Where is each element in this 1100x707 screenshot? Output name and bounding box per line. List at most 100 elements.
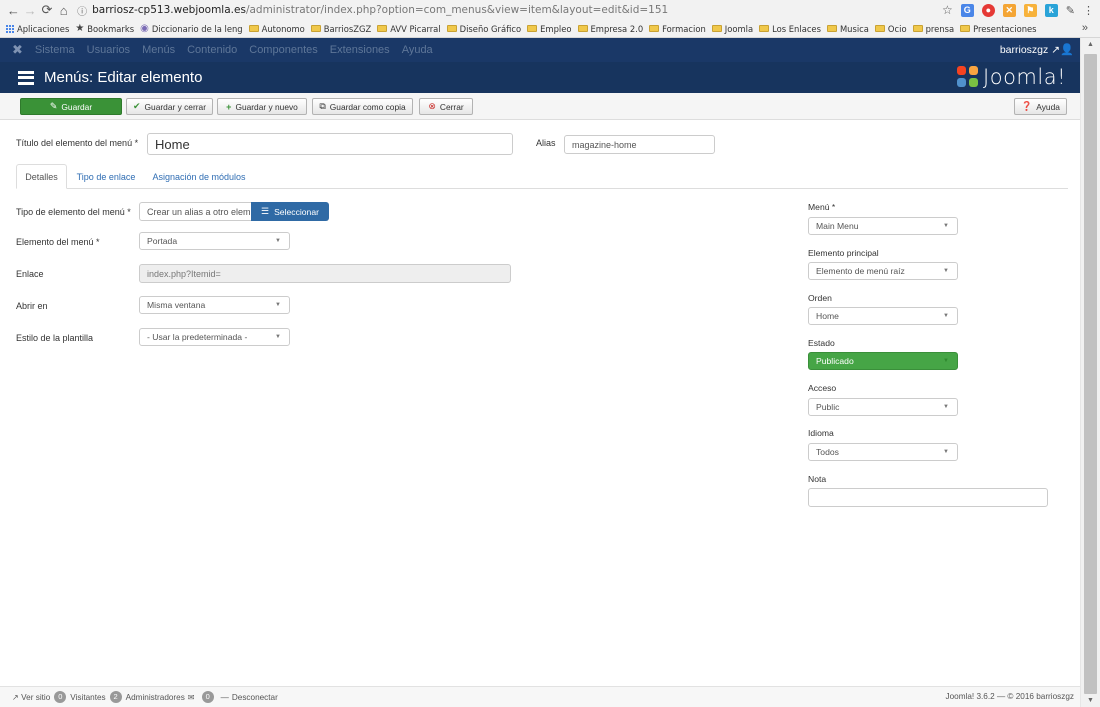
bookmark-folder[interactable]: Los Enlaces xyxy=(759,24,821,34)
menu-label: Menú * xyxy=(808,202,836,212)
envelope-icon[interactable]: ✉ xyxy=(188,692,195,702)
status-footer: ↗ Ver sitio 0 Visitantes 2 Administrador… xyxy=(0,686,1080,707)
dictionary-icon: ◉ xyxy=(140,23,149,34)
tab-module-assignment[interactable]: Asignación de módulos xyxy=(149,164,249,189)
help-button[interactable]: ❓ Ayuda xyxy=(1014,98,1067,115)
back-icon[interactable]: ← xyxy=(6,2,21,18)
bookmark-folder[interactable]: prensa xyxy=(912,24,954,34)
flag-extension-icon[interactable]: ⚑ xyxy=(1023,3,1037,17)
scroll-up-icon[interactable]: ▲ xyxy=(1087,41,1094,48)
bookmark-folder[interactable]: Empresa 2.0 xyxy=(577,24,643,34)
menu-menus[interactable]: Menús xyxy=(142,44,175,56)
title-input[interactable]: Home xyxy=(147,133,513,155)
user-icon[interactable]: 👤 xyxy=(1060,43,1074,56)
folder-icon xyxy=(960,25,971,32)
joomla-extension-icon[interactable]: ✕ xyxy=(1002,3,1016,17)
chevron-down-icon: ▼ xyxy=(275,334,281,340)
url-path: /administrator/index.php?option=com_menu… xyxy=(245,4,669,16)
menu-extensiones[interactable]: Extensiones xyxy=(330,44,390,56)
access-select[interactable]: Public ▼ xyxy=(808,398,958,416)
joomla-icon[interactable]: ✖ xyxy=(12,42,23,58)
folder-icon xyxy=(248,25,259,32)
view-site-link[interactable]: ↗ Ver sitio xyxy=(12,692,50,702)
tool-icon[interactable]: ✎ xyxy=(1066,4,1075,17)
forward-icon[interactable]: → xyxy=(23,2,38,18)
page-scrollbar[interactable]: ▲ ▼ xyxy=(1080,38,1100,707)
chevron-down-icon: ▼ xyxy=(943,404,949,410)
star-icon: ★ xyxy=(75,23,85,34)
chevron-down-icon: ▼ xyxy=(275,302,281,308)
bookmark-folder[interactable]: Presentaciones xyxy=(960,24,1037,34)
note-label: Nota xyxy=(808,474,827,484)
folder-icon xyxy=(446,25,457,32)
bookmarks-overflow[interactable]: » xyxy=(1082,22,1088,34)
menu-select[interactable]: Main Menu ▼ xyxy=(808,217,958,235)
status-label: Estado xyxy=(808,338,835,348)
close-button[interactable]: ⊗ Cerrar xyxy=(419,98,473,115)
bookmark-apps[interactable]: Aplicaciones xyxy=(6,24,69,34)
browser-toolbar: ← → ⟳ ⌂ ⓘ barriosz-cp513.webjoomla.es/ad… xyxy=(0,0,1100,20)
menu-sistema[interactable]: Sistema xyxy=(35,44,75,56)
bookmark-folder[interactable]: BarriosZGZ xyxy=(310,24,371,34)
info-icon[interactable]: ⓘ xyxy=(77,3,87,18)
open-in-select[interactable]: Misma ventana ▼ xyxy=(139,296,290,314)
edit-icon: ✎ xyxy=(49,101,58,111)
parent-item-select[interactable]: Elemento de menú raíz ▼ xyxy=(808,262,958,280)
select-type-button[interactable]: ☰ Seleccionar xyxy=(251,202,329,221)
bookmark-bookmarks[interactable]: ★ Bookmarks xyxy=(75,23,134,34)
bookmark-folder[interactable]: Empleo xyxy=(527,24,572,34)
bookmark-folder[interactable]: Musica xyxy=(826,24,869,34)
bookmark-folder[interactable]: AVV Picarral xyxy=(377,24,441,34)
bookmark-diccionario[interactable]: ◉ Diccionario de la leng xyxy=(140,23,243,34)
language-select[interactable]: Todos ▼ xyxy=(808,443,958,461)
toolbar: ✎ Guardar ✔ Guardar y cerrar + Guardar y nu… xyxy=(0,93,1100,120)
scroll-down-icon[interactable]: ▼ xyxy=(1087,697,1094,704)
template-style-select[interactable]: - Usar la predeterminada - ▼ xyxy=(139,328,290,346)
translate-extension-icon[interactable]: G xyxy=(960,3,974,17)
menu-item-label: Elemento del menú * xyxy=(16,237,100,247)
reload-icon[interactable]: ⟳ xyxy=(40,2,55,18)
save-close-button[interactable]: ✔ Guardar y cerrar xyxy=(126,98,213,115)
order-select[interactable]: Home ▼ xyxy=(808,307,958,325)
save-new-button[interactable]: + Guardar y nuevo xyxy=(217,98,307,115)
bookmark-folder[interactable]: Diseño Gráfico xyxy=(446,24,521,34)
tab-details[interactable]: Detalles xyxy=(16,164,67,189)
bookmarks-bar: Aplicaciones ★ Bookmarks ◉ Diccionario de … xyxy=(0,20,1100,38)
note-input[interactable] xyxy=(808,488,1048,507)
folder-icon xyxy=(711,25,722,32)
menu-contenido[interactable]: Contenido xyxy=(187,44,237,56)
menu-dots-icon[interactable]: ⋮ xyxy=(1083,4,1094,17)
folder-icon xyxy=(759,25,770,32)
bookmark-folder[interactable]: Autonomo xyxy=(248,24,305,34)
plus-icon: + xyxy=(226,101,232,112)
menu-item-select[interactable]: Portada ▼ xyxy=(139,232,290,250)
page-title: Menús: Editar elemento xyxy=(44,69,203,86)
save-button[interactable]: ✎ Guardar xyxy=(20,98,122,115)
joomla-logo: Joomla! xyxy=(957,65,1066,89)
k-extension-icon[interactable]: k xyxy=(1044,3,1058,17)
bookmark-star-icon[interactable]: ☆ xyxy=(942,3,953,17)
site-link[interactable]: barrioszgz ↗ xyxy=(1000,44,1060,56)
address-bar[interactable]: ⓘ barriosz-cp513.webjoomla.es/administra… xyxy=(77,1,936,19)
save-copy-button[interactable]: ⧉ Guardar como copia xyxy=(312,98,413,115)
access-label: Acceso xyxy=(808,383,837,393)
visitors-label: Visitantes xyxy=(70,692,106,702)
adblock-extension-icon[interactable]: ● xyxy=(981,3,995,17)
scrollbar-thumb[interactable] xyxy=(1084,54,1097,694)
bookmark-folder[interactable]: Formacion xyxy=(649,24,706,34)
menu-componentes[interactable]: Componentes xyxy=(249,44,318,56)
logout-link[interactable]: Desconectar xyxy=(232,693,278,702)
menu-usuarios[interactable]: Usuarios xyxy=(87,44,130,56)
tab-link-type[interactable]: Tipo de enlace xyxy=(72,164,140,189)
chevron-down-icon: ▼ xyxy=(275,238,281,244)
messages-count-badge[interactable]: 0 xyxy=(201,691,214,703)
bookmark-folder[interactable]: Ocio xyxy=(874,24,907,34)
home-icon[interactable]: ⌂ xyxy=(56,2,71,18)
status-select[interactable]: Publicado ▼ xyxy=(808,352,958,370)
open-in-label: Abrir en xyxy=(16,301,48,311)
alias-input[interactable]: magazine-home xyxy=(564,135,715,154)
menu-ayuda[interactable]: Ayuda xyxy=(402,44,433,56)
folder-icon xyxy=(577,25,588,32)
page-header: Menús: Editar elemento Joomla! xyxy=(0,62,1100,93)
bookmark-folder[interactable]: Joomla xyxy=(711,24,753,34)
